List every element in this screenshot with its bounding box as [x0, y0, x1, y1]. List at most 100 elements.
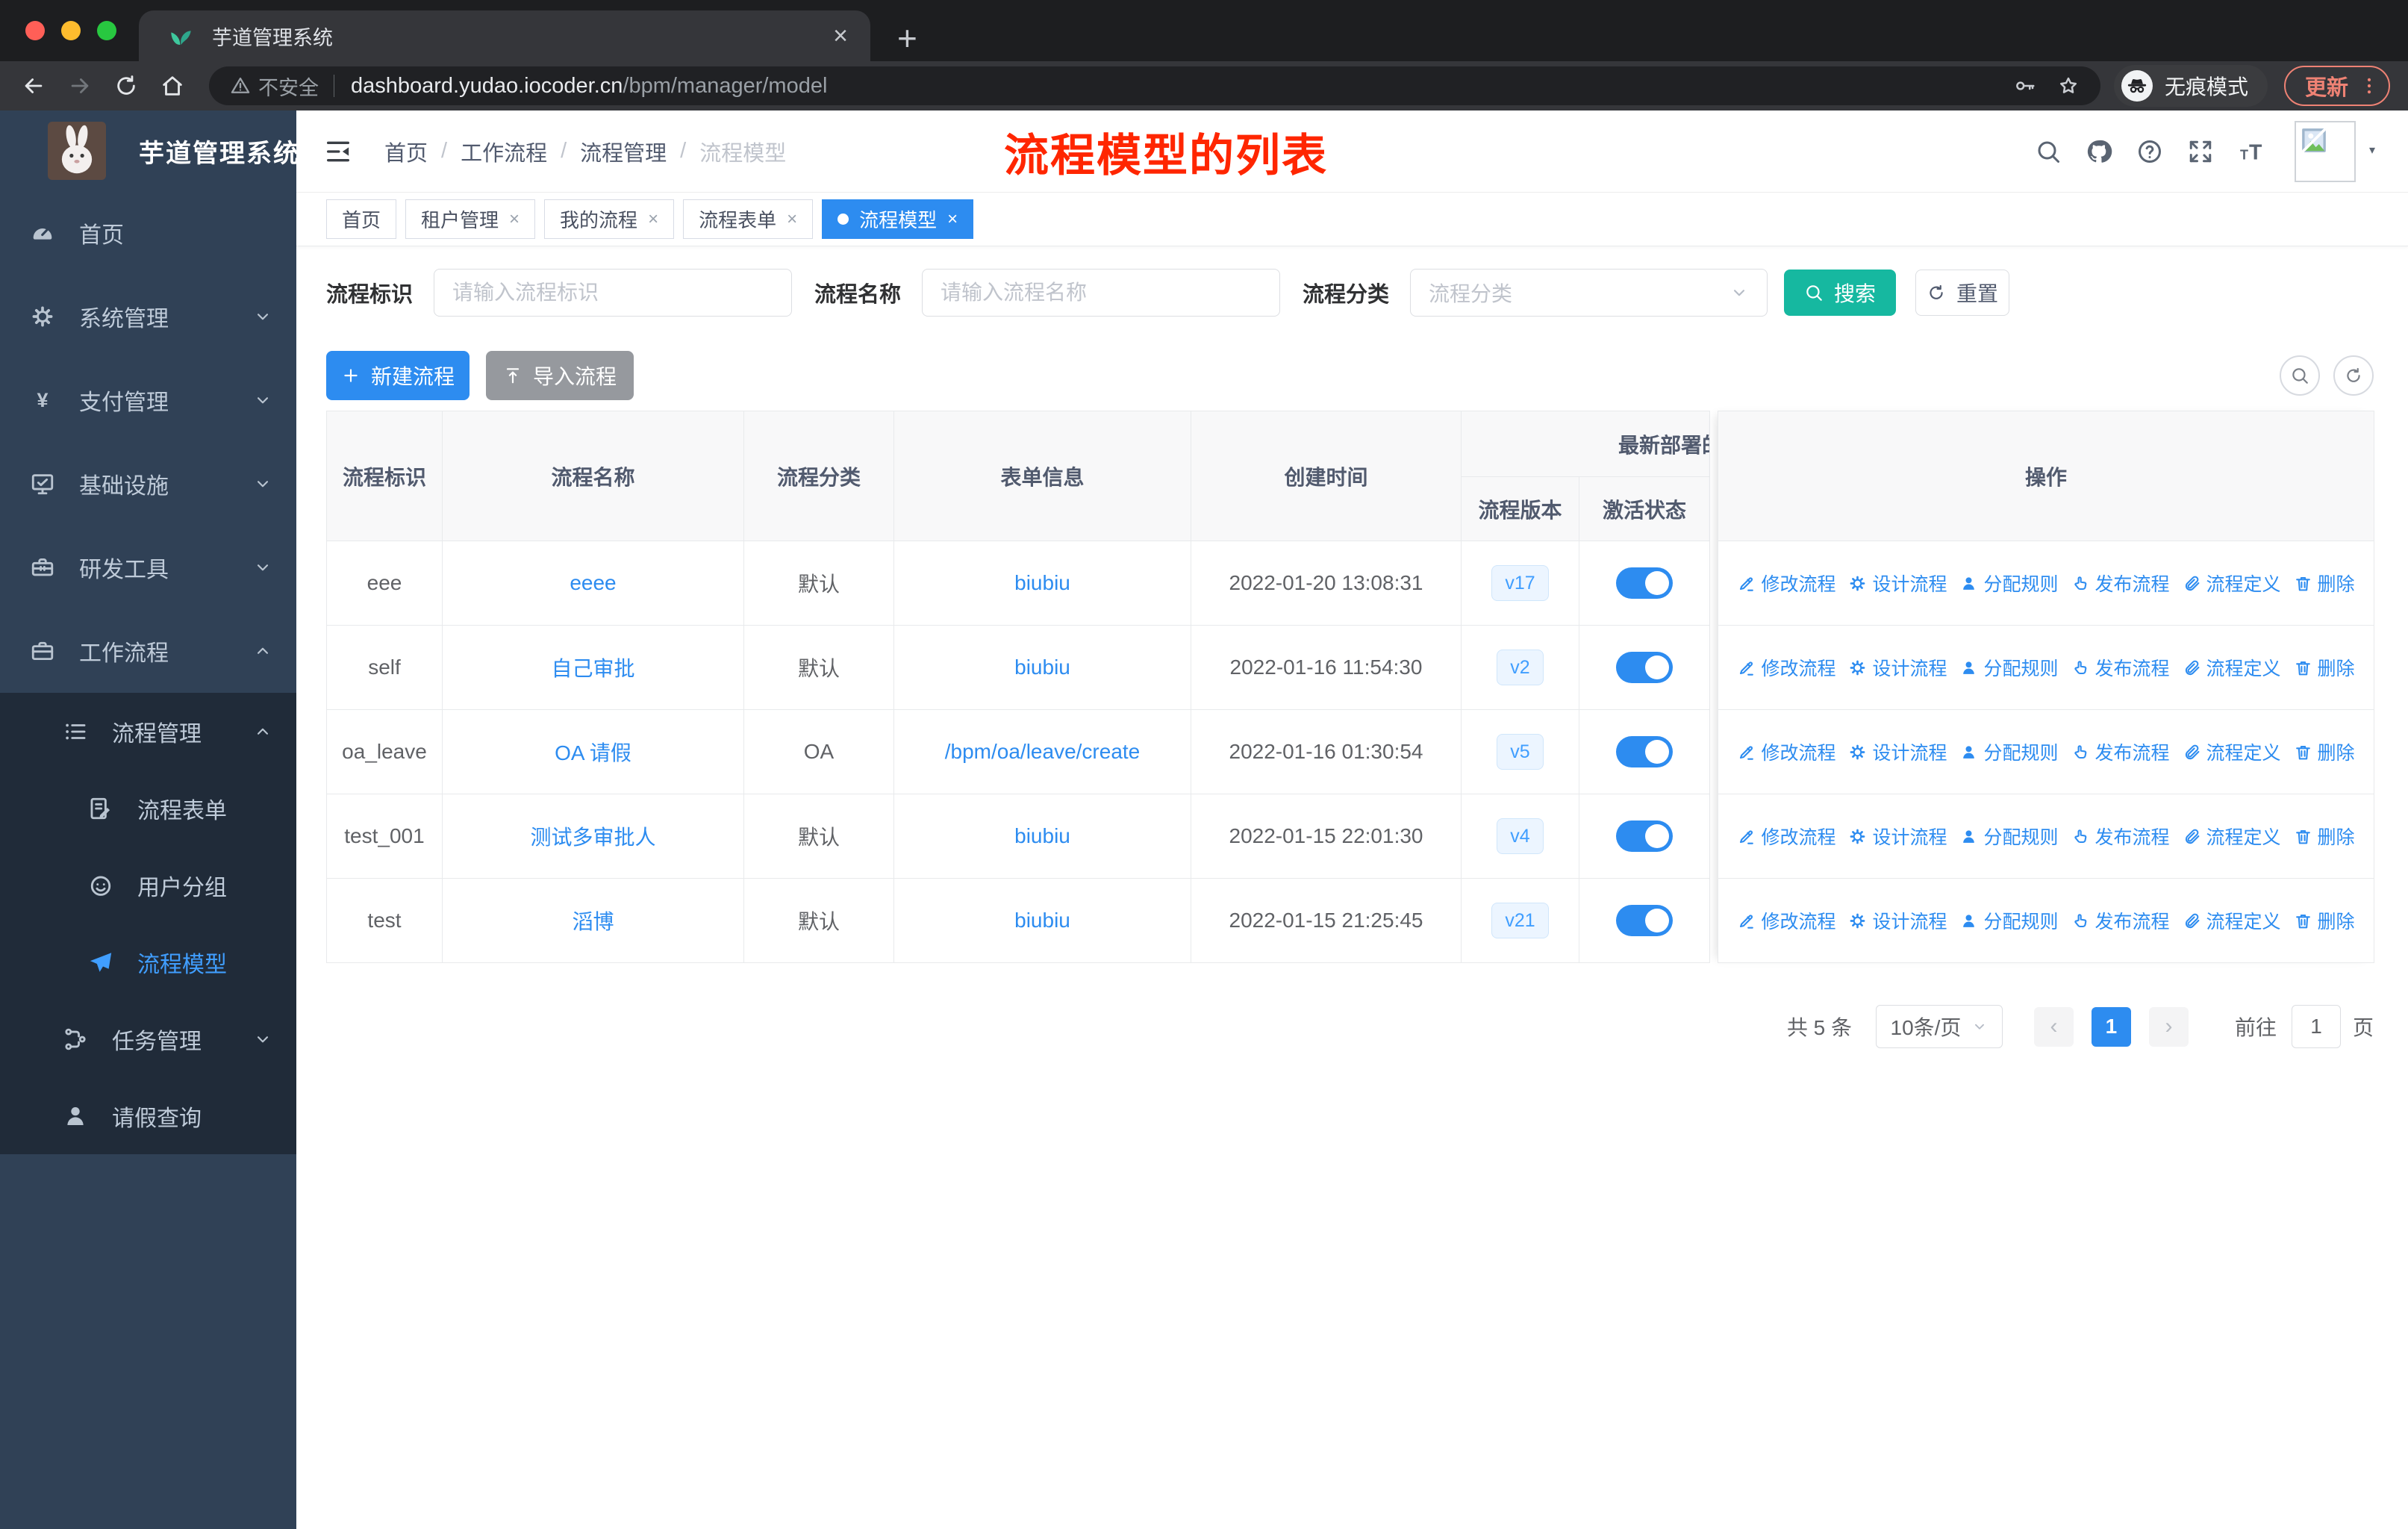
tag-home[interactable]: 首页 — [326, 199, 397, 239]
op-definition-link[interactable]: 流程定义 — [2183, 907, 2281, 934]
form-info-link[interactable]: biubiu — [1014, 909, 1070, 932]
breadcrumb-process-manage[interactable]: 流程管理 — [580, 136, 667, 167]
forward-icon[interactable] — [67, 73, 93, 99]
sidebar-item-infra[interactable]: 基础设施 — [0, 442, 296, 526]
op-modify-link[interactable]: 修改流程 — [1737, 907, 1835, 934]
sidebar-item-pay[interactable]: ¥ 支付管理 — [0, 358, 296, 442]
op-delete-link[interactable]: 删除 — [2294, 823, 2355, 850]
search-button[interactable]: 搜索 — [1784, 270, 1897, 316]
close-icon[interactable]: × — [787, 209, 797, 230]
op-assign-link[interactable]: 分配规则 — [1959, 738, 2059, 765]
tag-process-model[interactable]: 流程模型 × — [822, 199, 974, 239]
browser-menu-icon[interactable] — [2359, 75, 2380, 96]
process-name-link[interactable]: 滔博 — [572, 906, 614, 935]
sidebar-item-system[interactable]: 系统管理 — [0, 275, 296, 358]
tab-close-icon[interactable]: × — [833, 23, 848, 49]
op-deploy-link[interactable]: 发布流程 — [2071, 823, 2170, 850]
tag-tenant[interactable]: 租户管理 × — [405, 199, 536, 239]
op-delete-link[interactable]: 删除 — [2294, 907, 2355, 934]
op-assign-link[interactable]: 分配规则 — [1959, 907, 2059, 934]
sidebar-item-process-form[interactable]: 流程表单 — [0, 770, 296, 847]
op-delete-link[interactable]: 删除 — [2294, 570, 2355, 597]
window-zoom-button[interactable] — [97, 21, 116, 40]
sidebar-item-home[interactable]: 首页 — [0, 191, 296, 275]
breadcrumb-home[interactable]: 首页 — [384, 136, 428, 167]
sidebar-item-user-group[interactable]: 用户分组 — [0, 847, 296, 924]
process-name-link[interactable]: OA 请假 — [555, 737, 631, 767]
op-assign-link[interactable]: 分配规则 — [1959, 654, 2059, 681]
process-name-link[interactable]: eeee — [570, 571, 616, 595]
op-definition-link[interactable]: 流程定义 — [2183, 738, 2281, 765]
form-info-link[interactable]: /bpm/oa/leave/create — [945, 740, 1141, 764]
address-bar[interactable]: 不安全 dashboard.yudao.iocoder.cn /bpm/mana… — [209, 66, 2100, 105]
op-design-link[interactable]: 设计流程 — [1848, 738, 1947, 765]
op-design-link[interactable]: 设计流程 — [1848, 907, 1947, 934]
reload-icon[interactable] — [113, 73, 139, 99]
browser-update-button[interactable]: 更新 — [2283, 66, 2390, 106]
prev-page-button[interactable]: ‹ — [2033, 1006, 2074, 1047]
active-toggle[interactable] — [1616, 652, 1673, 683]
search-icon[interactable] — [2035, 138, 2062, 165]
op-modify-link[interactable]: 修改流程 — [1737, 738, 1835, 765]
op-assign-link[interactable]: 分配规则 — [1959, 570, 2059, 597]
close-icon[interactable]: × — [648, 209, 658, 230]
op-definition-link[interactable]: 流程定义 — [2183, 570, 2281, 597]
close-icon[interactable]: × — [947, 209, 958, 230]
browser-tab[interactable]: 芋道管理系统 × — [139, 10, 870, 61]
op-definition-link[interactable]: 流程定义 — [2183, 654, 2281, 681]
bookmark-star-icon[interactable] — [2057, 75, 2080, 97]
form-info-link[interactable]: biubiu — [1014, 571, 1070, 595]
breadcrumb-workflow[interactable]: 工作流程 — [461, 136, 547, 167]
password-key-icon[interactable] — [2014, 75, 2036, 97]
active-toggle[interactable] — [1616, 820, 1673, 852]
create-process-button[interactable]: 新建流程 — [326, 351, 470, 400]
sidebar-item-process-manage[interactable]: 流程管理 — [0, 693, 296, 770]
avatar[interactable] — [2295, 120, 2356, 182]
active-toggle[interactable] — [1616, 736, 1673, 767]
process-name-link[interactable]: 自己审批 — [551, 653, 634, 682]
reset-button[interactable]: 重置 — [1915, 270, 2010, 316]
op-modify-link[interactable]: 修改流程 — [1737, 570, 1835, 597]
window-minimize-button[interactable] — [61, 21, 81, 40]
active-toggle[interactable] — [1616, 905, 1673, 936]
next-page-button[interactable]: › — [2148, 1006, 2189, 1047]
op-deploy-link[interactable]: 发布流程 — [2071, 654, 2170, 681]
process-name-input[interactable] — [922, 269, 1281, 317]
tag-process-form[interactable]: 流程表单 × — [683, 199, 814, 239]
sidebar-item-devtools[interactable]: 研发工具 — [0, 526, 296, 609]
page-1-button[interactable]: 1 — [2091, 1006, 2131, 1047]
active-toggle[interactable] — [1616, 567, 1673, 599]
process-id-input[interactable] — [434, 269, 793, 317]
op-deploy-link[interactable]: 发布流程 — [2071, 570, 2170, 597]
op-design-link[interactable]: 设计流程 — [1848, 570, 1947, 597]
form-info-link[interactable]: biubiu — [1014, 655, 1070, 679]
op-design-link[interactable]: 设计流程 — [1848, 654, 1947, 681]
toggle-search-button[interactable] — [2280, 355, 2320, 396]
import-process-button[interactable]: 导入流程 — [486, 351, 634, 400]
tag-my-process[interactable]: 我的流程 × — [544, 199, 675, 239]
process-name-link[interactable]: 测试多审批人 — [530, 821, 655, 851]
process-category-select[interactable]: 流程分类 — [1410, 269, 1768, 317]
op-delete-link[interactable]: 删除 — [2294, 738, 2355, 765]
op-definition-link[interactable]: 流程定义 — [2183, 823, 2281, 850]
op-deploy-link[interactable]: 发布流程 — [2071, 907, 2170, 934]
text-size-icon[interactable]: TT — [2238, 138, 2265, 165]
back-icon[interactable] — [21, 73, 46, 99]
sidebar-item-workflow[interactable]: 工作流程 — [0, 609, 296, 693]
form-info-link[interactable]: biubiu — [1014, 824, 1070, 848]
chevron-down-icon[interactable]: ▾ — [2369, 143, 2387, 161]
new-tab-button[interactable]: + — [897, 21, 917, 55]
help-icon[interactable] — [2136, 138, 2163, 165]
refresh-table-button[interactable] — [2333, 355, 2374, 396]
op-design-link[interactable]: 设计流程 — [1848, 823, 1947, 850]
github-icon[interactable] — [2086, 138, 2112, 165]
sidebar-logo[interactable]: 芋道管理系统 — [0, 110, 299, 191]
op-assign-link[interactable]: 分配规则 — [1959, 823, 2059, 850]
window-close-button[interactable] — [25, 21, 45, 40]
home-icon[interactable] — [160, 73, 185, 99]
op-delete-link[interactable]: 删除 — [2294, 654, 2355, 681]
goto-page-input[interactable] — [2291, 1005, 2341, 1048]
sidebar-item-task-manage[interactable]: 任务管理 — [0, 1000, 296, 1077]
page-size-select[interactable]: 10条/页 — [1875, 1005, 2003, 1048]
op-modify-link[interactable]: 修改流程 — [1737, 823, 1835, 850]
